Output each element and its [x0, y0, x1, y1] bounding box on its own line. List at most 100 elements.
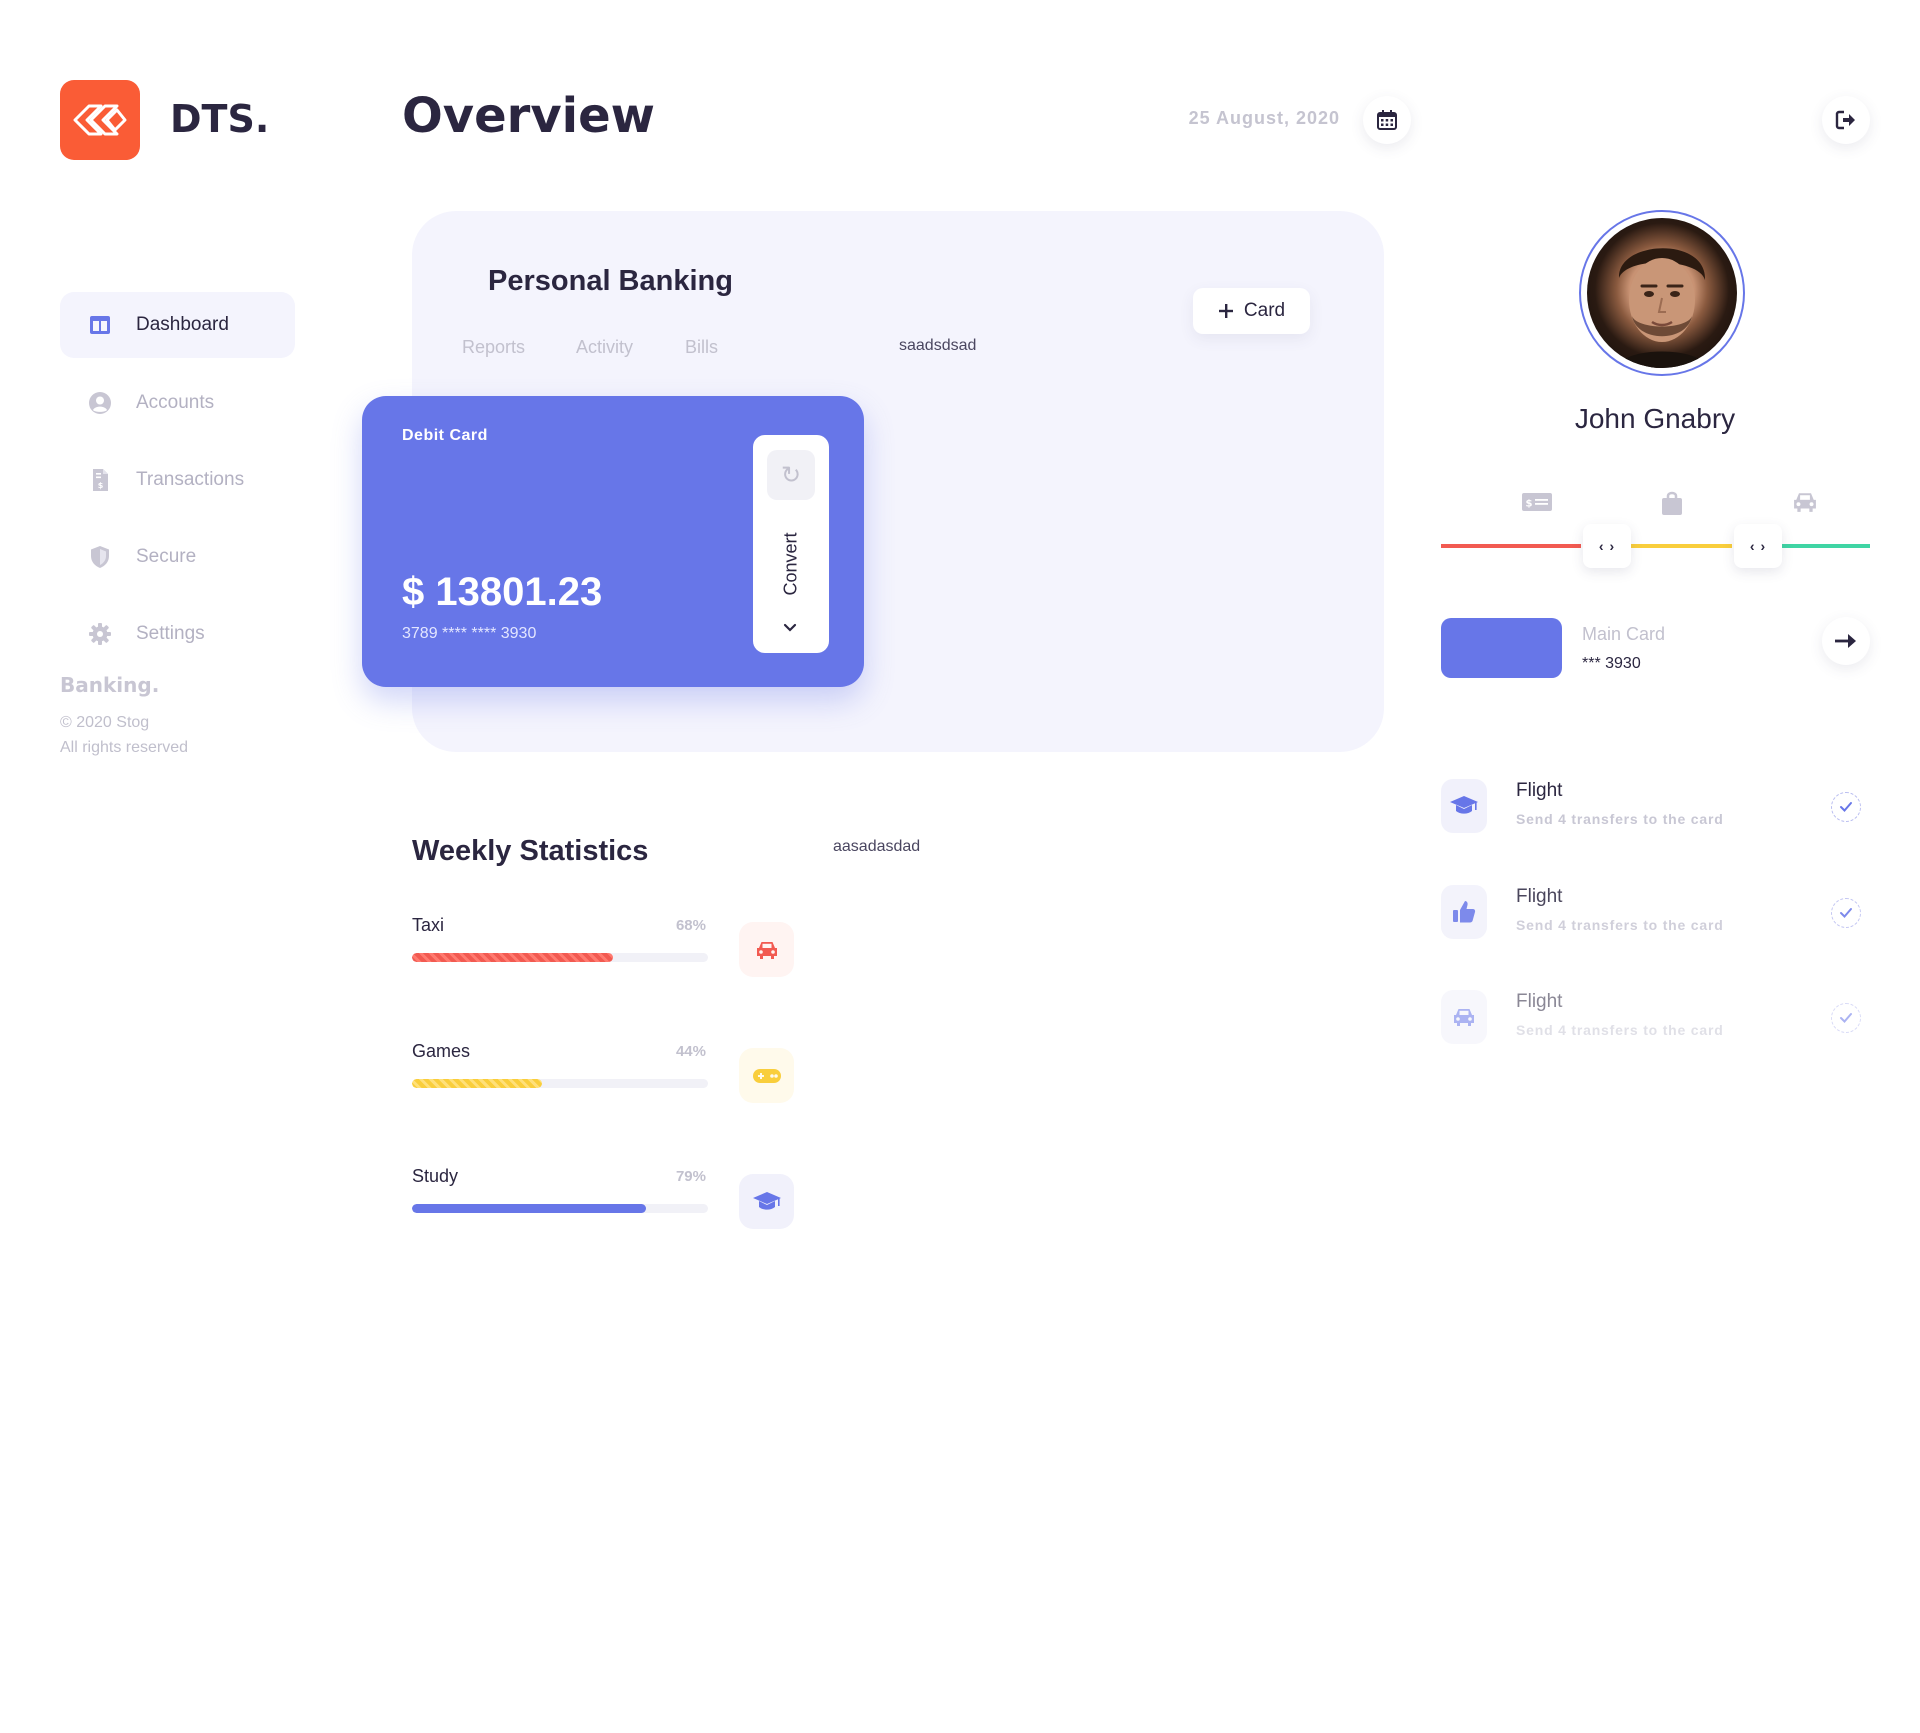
convert-label[interactable]: Convert: [781, 532, 802, 595]
stat-bar-study: [412, 1204, 708, 1213]
stat-percent-games: 44%: [675, 1043, 706, 1060]
range-handle-right[interactable]: ‹ ›: [1734, 524, 1782, 568]
range-segment-red: [1441, 544, 1581, 548]
sidebar-item-secure[interactable]: Secure: [60, 524, 295, 590]
transaction-subtitle-3: Send 4 transfers to the card: [1516, 1022, 1724, 1038]
transaction-title-1: Flight: [1516, 780, 1563, 801]
avatar-portrait: [1617, 248, 1707, 368]
weekly-misc-text: aasadasdad: [833, 838, 921, 855]
tab-reports[interactable]: Reports: [462, 337, 525, 358]
car-icon: [756, 941, 777, 959]
logo-icon: [73, 104, 127, 136]
sidebar-footer-copy: © 2020 Stog All rights reserved: [60, 710, 188, 760]
main-card-next-button[interactable]: [1822, 617, 1870, 665]
arrow-right-icon: [1835, 634, 1856, 648]
chevron-down-icon: [783, 623, 797, 632]
sign-out-icon: [1835, 110, 1855, 130]
main-card-thumbnail[interactable]: [1441, 618, 1562, 678]
debit-card-label: Debit Card: [402, 427, 488, 444]
add-card-label: Card: [1243, 300, 1286, 321]
sidebar-item-dashboard[interactable]: Dashboard: [60, 292, 295, 358]
header-date: 25 August, 2020: [1188, 108, 1340, 128]
calendar-button[interactable]: [1363, 96, 1411, 144]
tab-bills[interactable]: Bills: [685, 337, 718, 358]
car-icon: [1794, 493, 1816, 512]
transaction-icon-2: [1441, 885, 1487, 939]
thumbs-up-icon: [1453, 901, 1476, 923]
refresh-icon: ↻: [780, 461, 802, 489]
transaction-title-2: Flight: [1516, 886, 1563, 907]
svg-text:$: $: [98, 481, 104, 490]
gamepad-icon: [752, 1068, 781, 1083]
money-bill-icon: $: [1522, 493, 1552, 511]
transaction-subtitle-2: Send 4 transfers to the card: [1516, 917, 1724, 933]
transaction-check-2[interactable]: [1831, 898, 1861, 928]
stat-icon-taxi: [739, 922, 794, 977]
sidebar-item-label: Transactions: [136, 469, 245, 490]
stat-bar-games: [412, 1079, 708, 1088]
copyright-text: © 2020 Stog: [60, 714, 150, 731]
plus-icon: [1218, 304, 1233, 318]
transaction-icon-3: [1441, 990, 1487, 1044]
shopping-bag-icon: [1662, 491, 1682, 515]
transaction-title-3: Flight: [1516, 991, 1563, 1012]
car-icon: [1454, 1009, 1474, 1026]
sidebar-item-label: Secure: [136, 546, 197, 567]
main-card-label: Main Card: [1582, 624, 1666, 644]
stat-percent-taxi: 68%: [675, 917, 706, 934]
add-card-button[interactable]: Card: [1193, 288, 1310, 334]
logout-button[interactable]: [1822, 96, 1870, 144]
stat-icon-games: [739, 1048, 794, 1103]
transaction-subtitle-1: Send 4 transfers to the card: [1516, 811, 1724, 827]
shield-icon: [91, 546, 109, 568]
sidebar-item-label: Dashboard: [136, 314, 229, 335]
sidebar-item-label: Settings: [136, 623, 205, 644]
debit-card-number: 3789 **** **** 3930: [402, 625, 537, 642]
graduation-cap-icon: [1450, 796, 1478, 814]
transaction-check-3[interactable]: [1831, 1003, 1861, 1033]
transaction-icon-1: [1441, 779, 1487, 833]
check-icon: [1840, 1013, 1852, 1023]
sidebar-item-label: Accounts: [136, 392, 215, 413]
sidebar-item-settings[interactable]: Settings: [60, 601, 295, 667]
columns-icon: [90, 316, 110, 334]
debit-card-balance: $ 13801.23: [402, 570, 603, 614]
range-segment-green: [1780, 544, 1870, 548]
category-car[interactable]: [1789, 490, 1821, 519]
brand-name: DTS.: [170, 97, 270, 141]
page-title: Overview: [402, 88, 655, 144]
stat-label-taxi: Taxi: [412, 915, 445, 935]
user-name: John Gnabry: [1574, 403, 1736, 434]
main-card-number: *** 3930: [1582, 655, 1641, 672]
check-icon: [1840, 908, 1852, 918]
graduation-cap-icon: [752, 1191, 781, 1210]
avatar[interactable]: [1587, 218, 1737, 368]
stat-bar-fill: [412, 1204, 646, 1213]
invoice-icon: $: [93, 469, 108, 491]
range-handle-left[interactable]: ‹ ›: [1583, 524, 1631, 568]
tab-activity[interactable]: Activity: [576, 337, 633, 358]
sidebar-item-accounts[interactable]: Accounts: [60, 370, 295, 436]
transaction-check-1[interactable]: [1831, 792, 1861, 822]
brand-logo[interactable]: [60, 80, 140, 160]
personal-banking-title: Personal Banking: [488, 265, 733, 297]
range-segment-yellow: [1630, 544, 1732, 548]
stat-bar-taxi: [412, 953, 708, 962]
svg-text:$: $: [1526, 499, 1533, 510]
sidebar-item-transactions[interactable]: $ Transactions: [60, 447, 295, 513]
category-money[interactable]: $: [1521, 490, 1553, 519]
check-icon: [1840, 802, 1852, 812]
refresh-button[interactable]: ↻: [767, 450, 815, 500]
category-shopping[interactable]: [1660, 490, 1684, 521]
banking-misc-text: saadsdsad: [899, 337, 977, 354]
sidebar-footer-brand: Banking.: [60, 673, 160, 697]
rights-text: All rights reserved: [60, 739, 189, 756]
stat-label-study: Study: [412, 1166, 459, 1186]
gear-icon: [89, 623, 111, 645]
convert-dropdown[interactable]: [780, 618, 800, 643]
calendar-icon: [1377, 110, 1397, 130]
stat-percent-study: 79%: [675, 1168, 706, 1185]
stat-bar-fill: [412, 1079, 543, 1088]
user-circle-icon: [89, 392, 111, 414]
stat-bar-fill: [412, 953, 614, 962]
